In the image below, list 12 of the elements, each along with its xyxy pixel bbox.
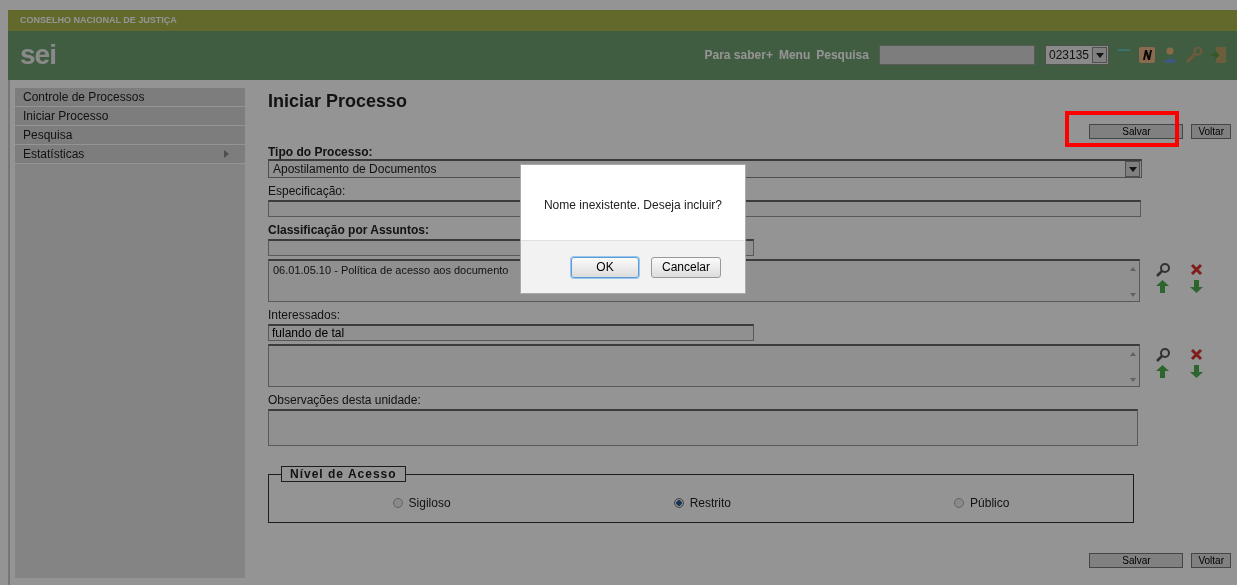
- organization-name: CONSELHO NACIONAL DE JUSTIÇA: [8, 10, 1237, 31]
- field-label: Especificação:: [268, 184, 347, 198]
- field-label: Interessados:: [268, 308, 342, 322]
- radio-label: Restrito: [689, 496, 731, 510]
- radio-label: Sigiloso: [408, 496, 451, 510]
- field-label: Tipo do Processo:: [268, 145, 374, 159]
- field-label: Observações desta unidade:: [268, 393, 422, 407]
- field-label: Classificação por Assuntos:: [268, 223, 430, 237]
- radio-label: Público: [970, 496, 1010, 510]
- page-title: Iniciar Processo: [268, 90, 409, 112]
- group-legend: Nível de Acesso: [281, 466, 406, 482]
- dialog-message: Nome inexistente. Deseja incluir?: [542, 196, 724, 214]
